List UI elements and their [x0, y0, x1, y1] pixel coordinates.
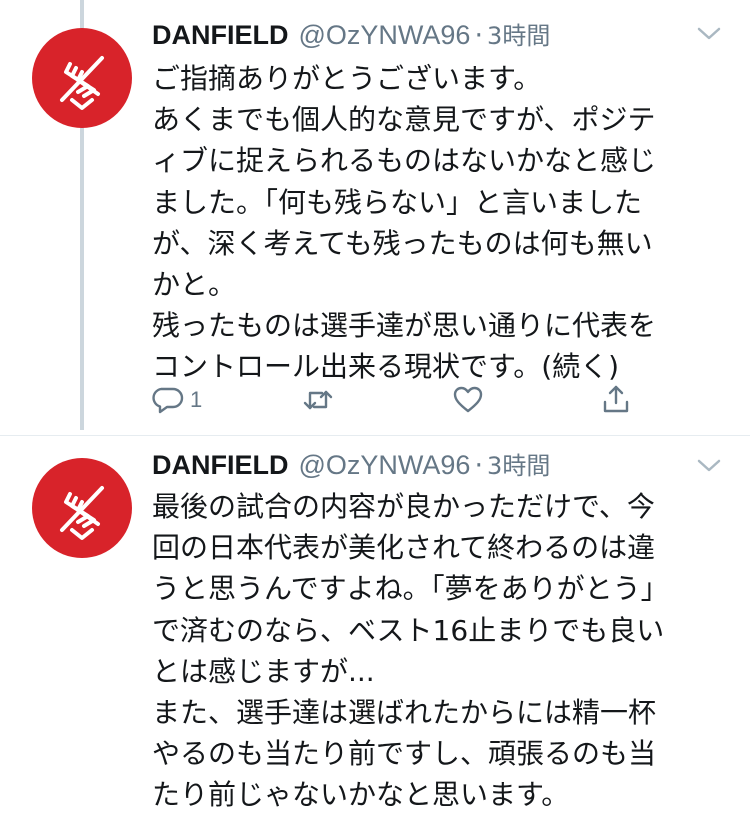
tweet-text-line: 残ったものは選手達が思い通りに代表を	[152, 309, 657, 343]
tweet-text-line: 最後の試合の内容が良かっただけで、今	[152, 490, 655, 523]
timestamp[interactable]: 3時間	[487, 446, 550, 481]
share-icon	[603, 385, 629, 413]
tweet-text-line: ィブに捉えられるものはないかなと感じ	[152, 144, 657, 178]
timestamp[interactable]: 3時間	[487, 16, 550, 51]
tweet-header: DANFIELD @OzYNWA96 · 3時間	[152, 16, 550, 52]
tweet[interactable]: DANFIELD @OzYNWA96 · 3時間 ご指摘ありがとうございます。 …	[0, 0, 750, 436]
display-name[interactable]: DANFIELD	[152, 450, 289, 481]
danfield-logo-icon	[60, 486, 104, 540]
like-button[interactable]	[452, 380, 484, 420]
danfield-logo-icon	[60, 56, 104, 110]
tweet-text-line: また、選手達は選ばれたからには精一杯	[152, 696, 657, 730]
tweet-text-line: が、深く考えても残ったものは何も無い	[152, 226, 653, 260]
separator-dot: ·	[474, 450, 484, 481]
tweet-text-line: やるのも当たり前ですし、頑張るのも当	[152, 737, 657, 771]
tweet-text-line: で済むのなら、ベスト16止まりでも良い	[152, 613, 665, 647]
avatar[interactable]	[32, 28, 132, 128]
reply-icon	[152, 387, 184, 414]
tweet-text-line: かと。	[152, 268, 237, 302]
tweet-text-line: あくまでも個人的な意見ですが、ポジテ	[152, 103, 656, 137]
retweet-icon	[303, 390, 333, 410]
tweet-text-line: とは感じますが...	[152, 654, 375, 688]
tweet-header: DANFIELD @OzYNWA96 · 3時間	[152, 446, 550, 482]
display-name[interactable]: DANFIELD	[152, 20, 289, 51]
tweet-actions: 1	[152, 380, 652, 420]
avatar[interactable]	[32, 458, 132, 558]
tweet-text: 最後の試合の内容が良かっただけで、今 回の日本代表が美化されて終わるのは違 うと…	[152, 486, 732, 816]
share-button[interactable]	[600, 380, 632, 420]
reply-count: 1	[190, 387, 203, 412]
reply-button[interactable]: 1	[152, 380, 202, 420]
separator-dot: ·	[474, 20, 484, 51]
tweet-text-line: たり前じゃないかなと思います。	[152, 778, 570, 812]
heart-icon	[453, 386, 483, 413]
user-handle[interactable]: @OzYNWA96	[299, 20, 471, 51]
user-handle[interactable]: @OzYNWA96	[299, 450, 471, 481]
chevron-down-icon[interactable]	[696, 26, 722, 42]
tweet-text-line: ご指摘ありがとうございます。	[152, 62, 542, 95]
retweet-button[interactable]	[302, 380, 334, 420]
tweet[interactable]: DANFIELD @OzYNWA96 · 3時間 最後の試合の内容が良かっただけ…	[0, 436, 750, 811]
tweet-text-line: うと思うんですよね。「夢をありがとう」	[152, 572, 669, 606]
tweet-text-line: 回の日本代表が美化されて終わるのは違	[152, 531, 656, 565]
tweet-text: ご指摘ありがとうございます。 あくまでも個人的な意見ですが、ポジテ ィブに捉えら…	[152, 58, 732, 388]
chevron-down-icon[interactable]	[696, 458, 722, 474]
tweet-text-line: ました。「何も残らない」と言いました	[152, 185, 643, 219]
